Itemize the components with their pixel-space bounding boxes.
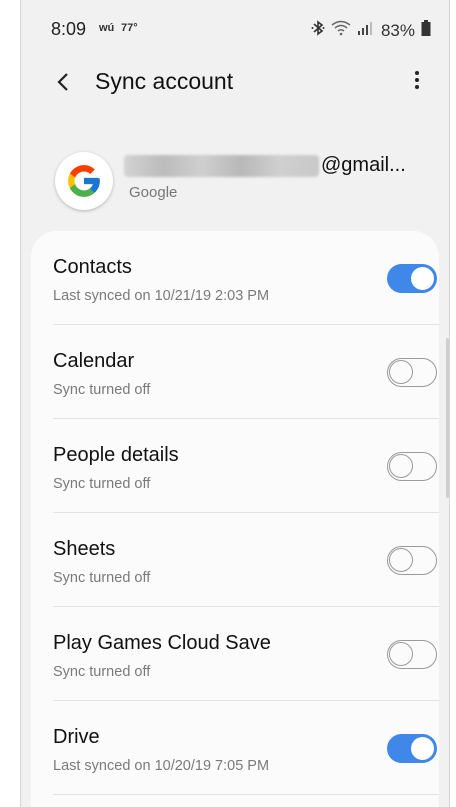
sync-item-status: Sync turned off (53, 664, 151, 680)
sync-item[interactable]: Play Games Cloud Save Sync turned off (31, 607, 439, 701)
account-provider: Google (129, 184, 178, 201)
email-suffix: @gmail... (321, 154, 406, 176)
toggle-knob (410, 266, 435, 291)
sync-toggle[interactable] (387, 452, 437, 481)
account-email: @gmail... (124, 154, 406, 177)
sync-item[interactable]: People details Sync turned off (31, 419, 439, 513)
redacted-username (124, 154, 319, 177)
sync-item-name: Drive (53, 726, 100, 748)
sync-toggle[interactable] (387, 640, 437, 669)
sync-toggle[interactable] (387, 358, 437, 387)
toggle-knob (389, 548, 413, 572)
battery-icon (421, 19, 431, 42)
toggle-knob (389, 454, 413, 478)
divider (53, 794, 439, 795)
google-logo-icon (55, 152, 113, 210)
notification-label: wú (99, 22, 115, 34)
signal-icon (357, 20, 375, 41)
sync-item-status: Sync turned off (53, 476, 151, 492)
chevron-left-icon[interactable] (51, 66, 79, 98)
account-header: @gmail... Google (21, 140, 449, 220)
wifi-icon (331, 20, 351, 41)
sync-item-name: Sheets (53, 538, 116, 560)
sync-item-status: Sync turned off (53, 382, 151, 398)
sync-item[interactable]: Sheets Sync turned off (31, 513, 439, 607)
more-vertical-icon[interactable] (411, 68, 423, 96)
sync-item[interactable]: Calendar Sync turned off (31, 325, 439, 419)
sync-item-status: Last synced on 10/21/19 2:03 PM (53, 288, 270, 304)
sync-item-status: Sync turned off (53, 570, 151, 586)
sync-item-name: Play Games Cloud Save (53, 632, 271, 654)
sync-list: Contacts Last synced on 10/21/19 2:03 PM C… (31, 231, 439, 807)
sync-item-name: Calendar (53, 350, 135, 372)
app-bar: Sync account (21, 60, 449, 104)
sync-item-status: Last synced on 10/20/19 7:05 PM (53, 758, 270, 774)
sync-toggle[interactable] (387, 546, 437, 575)
scrollbar[interactable] (446, 338, 449, 498)
sync-toggle[interactable] (387, 734, 437, 763)
toggle-knob (410, 736, 435, 761)
sync-item[interactable]: Drive Last synced on 10/20/19 7:05 PM (31, 701, 439, 795)
bluetooth-icon (311, 19, 325, 42)
status-bar: 8:09 wú 77° 83% (21, 0, 449, 60)
battery-percent: 83% (380, 20, 415, 40)
temperature-label: 77° (121, 22, 138, 34)
phone-screen: 8:09 wú 77° 83% Sync account @gmail... G… (20, 0, 450, 807)
status-time: 8:09 (51, 19, 87, 39)
sync-item-name: Contacts (53, 256, 132, 278)
toggle-knob (389, 642, 413, 666)
toggle-knob (389, 360, 413, 384)
sync-item-name: People details (53, 444, 179, 466)
sync-toggle[interactable] (387, 264, 437, 293)
page-title: Sync account (95, 68, 234, 94)
sync-item[interactable]: Contacts Last synced on 10/21/19 2:03 PM (31, 231, 439, 325)
